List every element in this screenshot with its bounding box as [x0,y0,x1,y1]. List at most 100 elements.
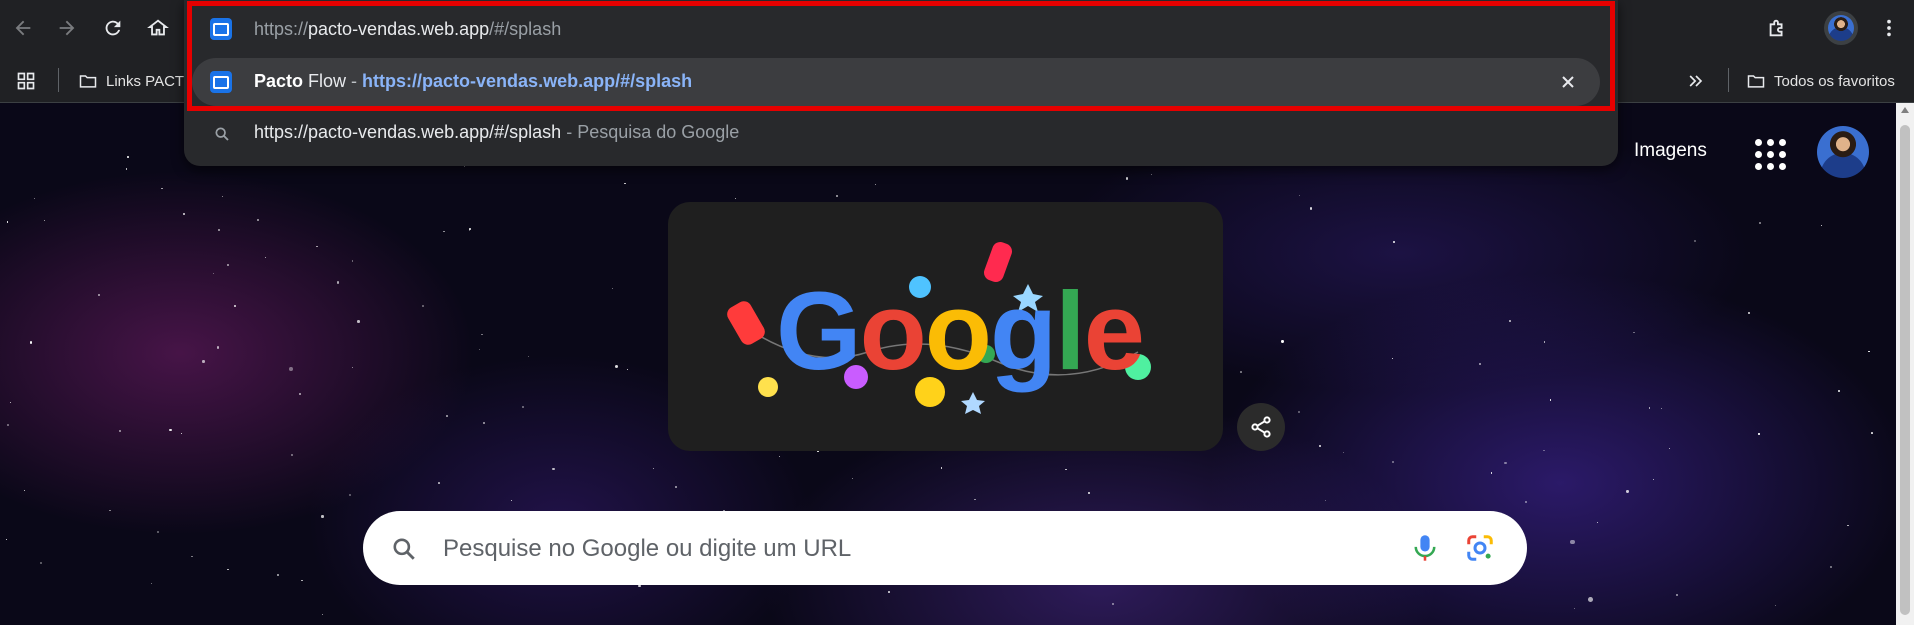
star [9,402,11,404]
star [29,341,33,344]
share-icon [1251,416,1271,438]
remove-suggestion-button[interactable] [1556,70,1580,94]
star [298,393,301,396]
reload-button[interactable] [96,11,130,45]
star [1309,207,1313,210]
bookmark-label: Links PACTO [106,72,196,90]
star [479,348,481,350]
star [874,184,876,186]
suggestion-source: Pesquisa do Google [577,122,740,142]
share-doodle-button[interactable] [1237,403,1285,451]
search-icon [215,127,229,141]
extensions-button[interactable] [1760,11,1794,45]
star [1758,433,1760,435]
star [1588,597,1593,602]
star [510,500,513,502]
more-bookmarks-button[interactable] [1686,66,1714,96]
star [1298,194,1301,196]
apps-shortcut[interactable] [16,66,44,96]
star [421,305,424,307]
google-lens-icon[interactable] [1465,533,1495,563]
all-bookmarks-label: Todos os favoritos [1774,72,1895,90]
mic-icon[interactable] [1411,533,1439,563]
star [24,489,26,491]
star [227,568,229,571]
star [1509,319,1511,322]
star [257,218,260,221]
star [321,515,324,518]
star [34,197,36,199]
bookmark-links-pacto[interactable]: Links PACTO [78,66,195,96]
forward-button[interactable] [50,11,84,45]
menu-button[interactable] [1872,11,1906,45]
star [779,455,781,457]
star [97,294,100,297]
home-button[interactable] [141,11,175,45]
star [463,166,465,168]
arrow-right-icon [59,20,75,36]
star [1626,490,1629,493]
suggestion-label: Pacto Flow - https://pacto-vendas.web.ap… [254,71,692,92]
star [1676,594,1679,597]
star [212,272,215,275]
logo-letter: g [989,270,1057,393]
google-search-box[interactable]: Pesquise no Google ou digite um URL [363,511,1527,585]
star [1668,447,1671,450]
star [202,360,205,363]
star [851,478,853,480]
star [1490,472,1492,474]
suggestion-url: https://pacto-vendas.web.app/#/splash [362,71,693,91]
star [887,591,890,594]
star [118,429,121,432]
star [291,453,294,456]
star [446,415,448,418]
omnibox-input[interactable]: https://pacto-vendas.web.app/#/splash [184,0,1618,58]
home-icon [147,19,169,36]
logo-letter: e [1083,270,1145,393]
star [1087,492,1090,495]
images-link[interactable]: Imagens [1634,140,1707,162]
scrollbar[interactable] [1896,103,1914,625]
suggestion-separator: - [346,71,363,91]
star [1868,350,1870,352]
star [1747,312,1751,315]
divider [1728,68,1729,92]
star [1478,363,1481,366]
google-doodle[interactable]: Google [668,202,1223,451]
back-button[interactable] [6,11,40,45]
search-icon [393,538,415,560]
logo-letter: o [924,270,992,393]
star [1838,390,1840,392]
suggestion-navigate[interactable]: Pacto Flow - https://pacto-vendas.web.ap… [192,58,1600,106]
close-icon [1562,76,1574,88]
star [1597,521,1599,523]
account-avatar[interactable] [1817,126,1869,178]
profile-button[interactable] [1824,11,1858,45]
star [522,406,525,409]
suggestion-search[interactable]: https://pacto-vendas.web.app/#/splash - … [184,112,1618,158]
star [226,263,229,266]
star [150,582,153,585]
omnibox-text[interactable]: https://pacto-vendas.web.app/#/splash [254,19,561,40]
star [528,355,530,358]
star [6,220,9,223]
avatar [1828,15,1854,41]
google-apps-button[interactable] [1750,134,1790,174]
star [1758,221,1761,224]
star [1847,524,1849,527]
divider [58,68,59,92]
star [1693,239,1697,243]
folder-icon [79,75,97,88]
folder-icon [1747,75,1765,88]
star [443,230,446,233]
star [614,364,619,368]
star [160,187,163,190]
grid-icon [17,72,35,90]
all-bookmarks-folder[interactable]: Todos os favoritos [1746,66,1895,96]
star [1393,241,1396,244]
scrollbar-thumb[interactable] [1900,125,1910,615]
search-placeholder: Pesquise no Google ou digite um URL [443,535,852,562]
star [1281,340,1284,343]
star [109,510,111,512]
star [222,195,224,198]
